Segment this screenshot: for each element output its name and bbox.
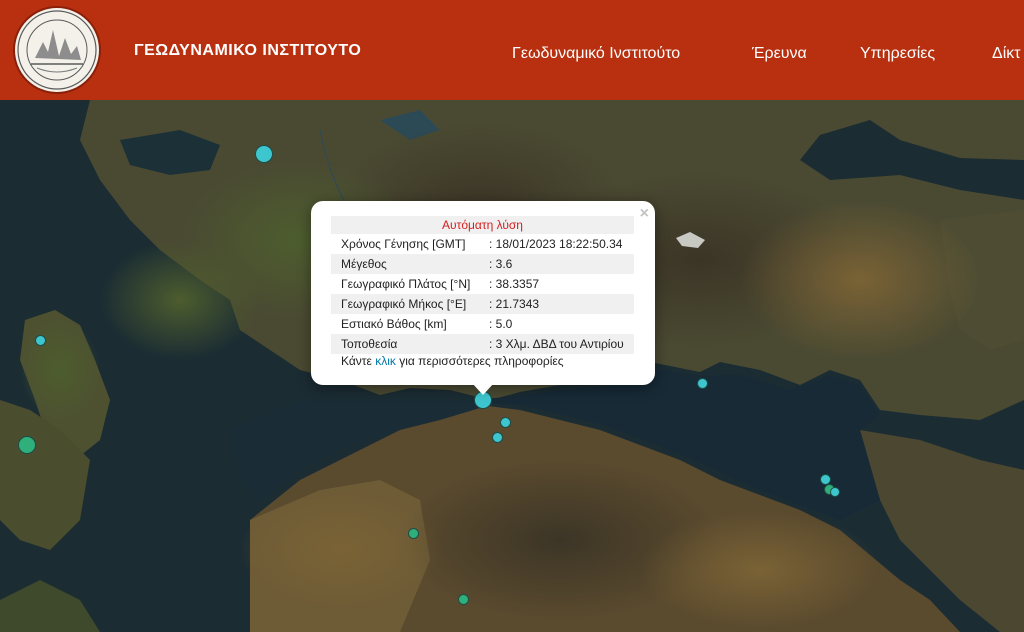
close-icon[interactable]: × <box>640 205 649 223</box>
row-value: : 21.7343 <box>489 297 540 311</box>
site-header: ΓΕΩΔΥΝΑΜΙΚΟ ΙΝΣΤΙΤΟΥΤΟ Γεωδυναμικό Ινστι… <box>0 0 1024 100</box>
row-label: Εστιακό Βάθος [km] <box>341 317 447 331</box>
earthquake-marker[interactable] <box>458 594 469 605</box>
more-info-link[interactable]: κλικ <box>375 354 396 368</box>
row-depth: Εστιακό Βάθος [km] : 5.0 <box>331 314 634 334</box>
row-value: : 3.6 <box>489 257 513 271</box>
earthquake-marker[interactable] <box>35 335 46 346</box>
row-label: Γεωγραφικό Μήκος [°E] <box>341 297 467 311</box>
row-value: : 3 Χλμ. ΔΒΔ του Αντιρίου <box>489 337 624 351</box>
more-info-prefix: Κάντε <box>341 354 376 368</box>
row-label: Μέγεθος <box>341 257 387 271</box>
row-label: Τοποθεσία <box>341 337 398 351</box>
row-origin-time: Χρόνος Γένησης [GMT] : 18/01/2023 18:22:… <box>331 234 634 254</box>
nav-item-research[interactable]: Έρευνα <box>752 45 807 63</box>
nav-item-networks[interactable]: Δίκτ <box>992 45 1021 63</box>
nav-item-institute[interactable]: Γεωδυναμικό Ινστιτούτο <box>512 45 680 63</box>
row-longitude: Γεωγραφικό Μήκος [°E] : 21.7343 <box>331 294 634 314</box>
row-label: Χρόνος Γένησης [GMT] <box>341 237 466 251</box>
nav-item-services[interactable]: Υπηρεσίες <box>860 45 935 63</box>
earthquake-marker[interactable] <box>697 378 708 389</box>
more-info-text: Κάντε κλικ για περισσότερες πληροφορίες <box>341 354 564 368</box>
row-value: : 38.3357 <box>489 277 540 291</box>
more-info-suffix: για περισσότερες πληροφορίες <box>395 354 564 368</box>
earthquake-marker[interactable] <box>500 417 511 428</box>
row-magnitude: Μέγεθος : 3.6 <box>331 254 634 274</box>
earthquake-marker[interactable] <box>830 487 840 497</box>
popup-title: Αυτόματη λύση <box>331 216 634 234</box>
row-latitude: Γεωγραφικό Πλάτος [°N] : 38.3357 <box>331 274 634 294</box>
row-label: Γεωγραφικό Πλάτος [°N] <box>341 277 471 291</box>
institute-seal-icon[interactable] <box>13 6 101 94</box>
popup-tip <box>472 383 494 395</box>
earthquake-marker[interactable] <box>408 528 419 539</box>
site-title[interactable]: ΓΕΩΔΥΝΑΜΙΚΟ ΙΝΣΤΙΤΟΥΤΟ <box>134 42 361 60</box>
earthquake-info-popup: × Αυτόματη λύση Χρόνος Γένησης [GMT] : 1… <box>311 201 655 385</box>
earthquake-marker[interactable] <box>255 145 273 163</box>
row-location: Τοποθεσία : 3 Χλμ. ΔΒΔ του Αντιρίου <box>331 334 634 354</box>
row-value: : 5.0 <box>489 317 513 331</box>
row-value: : 18/01/2023 18:22:50.34 <box>489 237 623 251</box>
earthquake-marker[interactable] <box>18 436 36 454</box>
earthquake-marker[interactable] <box>492 432 503 443</box>
